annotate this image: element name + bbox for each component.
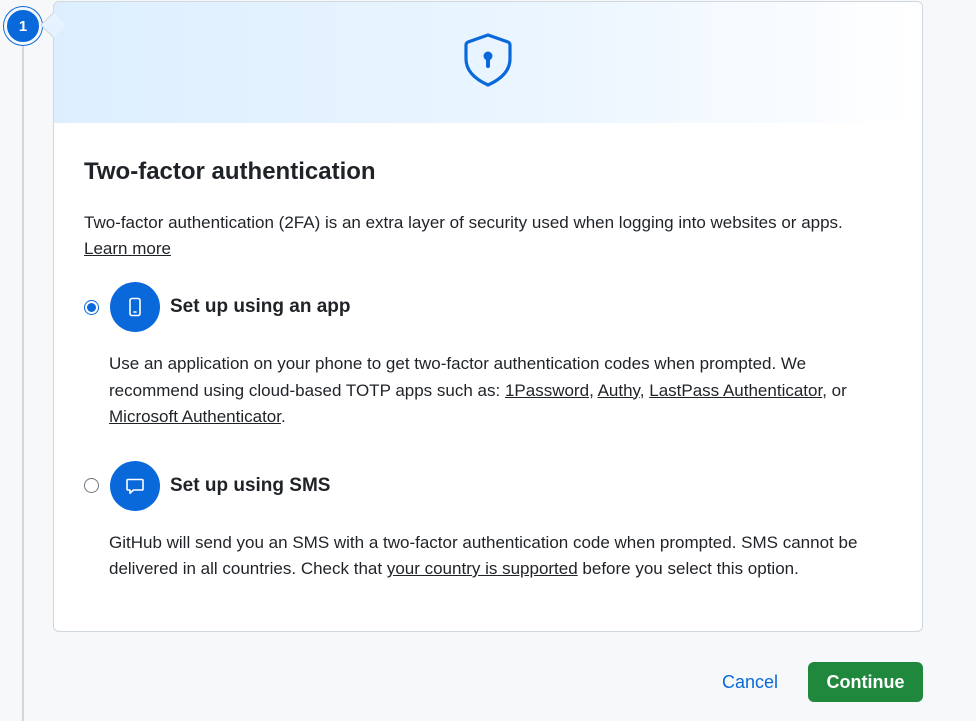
option-sms-label[interactable]: Set up using SMS xyxy=(170,475,330,497)
comment-icon xyxy=(110,460,160,511)
two-factor-setup-page: 1 Two-factor authentication Two-factor a… xyxy=(0,0,976,721)
option-app[interactable]: Set up using an app Use an application o… xyxy=(84,282,892,431)
option-sms-description: GitHub will send you an SMS with a two-f… xyxy=(109,530,892,583)
option-app-description: Use an application on your phone to get … xyxy=(109,351,892,431)
sms-radio[interactable] xyxy=(84,478,99,493)
link-authy[interactable]: Authy xyxy=(598,381,640,400)
separator: , xyxy=(639,380,650,400)
cancel-button[interactable]: Cancel xyxy=(722,672,808,693)
two-factor-card: Two-factor authentication Two-factor aut… xyxy=(53,1,923,632)
device-mobile-icon xyxy=(110,282,160,332)
continue-button[interactable]: Continue xyxy=(808,662,923,702)
shield-lock-icon xyxy=(462,32,514,93)
link-lastpass-authenticator[interactable]: LastPass Authenticator xyxy=(649,381,822,400)
link-microsoft-authenticator[interactable]: Microsoft Authenticator xyxy=(109,407,281,426)
option-sms-desc-text-end: before you select this option. xyxy=(577,559,799,578)
country-supported-link[interactable]: your country is supported xyxy=(387,559,578,578)
action-bar: Cancel Continue xyxy=(700,662,923,702)
option-sms-header[interactable]: Set up using SMS xyxy=(84,460,892,511)
app-radio[interactable] xyxy=(84,299,99,315)
learn-more-link[interactable]: Learn more xyxy=(84,239,171,258)
option-app-header[interactable]: Set up using an app xyxy=(84,282,892,332)
card-hero xyxy=(54,2,922,123)
description: Two-factor authentication (2FA) is an ex… xyxy=(84,210,892,262)
step-number-badge: 1 xyxy=(4,7,42,45)
option-app-label[interactable]: Set up using an app xyxy=(170,296,351,318)
option-sms[interactable]: Set up using SMS GitHub will send you an… xyxy=(84,460,892,583)
separator: , xyxy=(589,380,598,400)
separator: , or xyxy=(822,380,847,400)
period: . xyxy=(280,407,286,426)
link-1password[interactable]: 1Password xyxy=(505,381,589,400)
page-title: Two-factor authentication xyxy=(84,158,376,185)
timeline-line xyxy=(22,22,24,721)
description-text: Two-factor authentication (2FA) is an ex… xyxy=(84,213,843,232)
